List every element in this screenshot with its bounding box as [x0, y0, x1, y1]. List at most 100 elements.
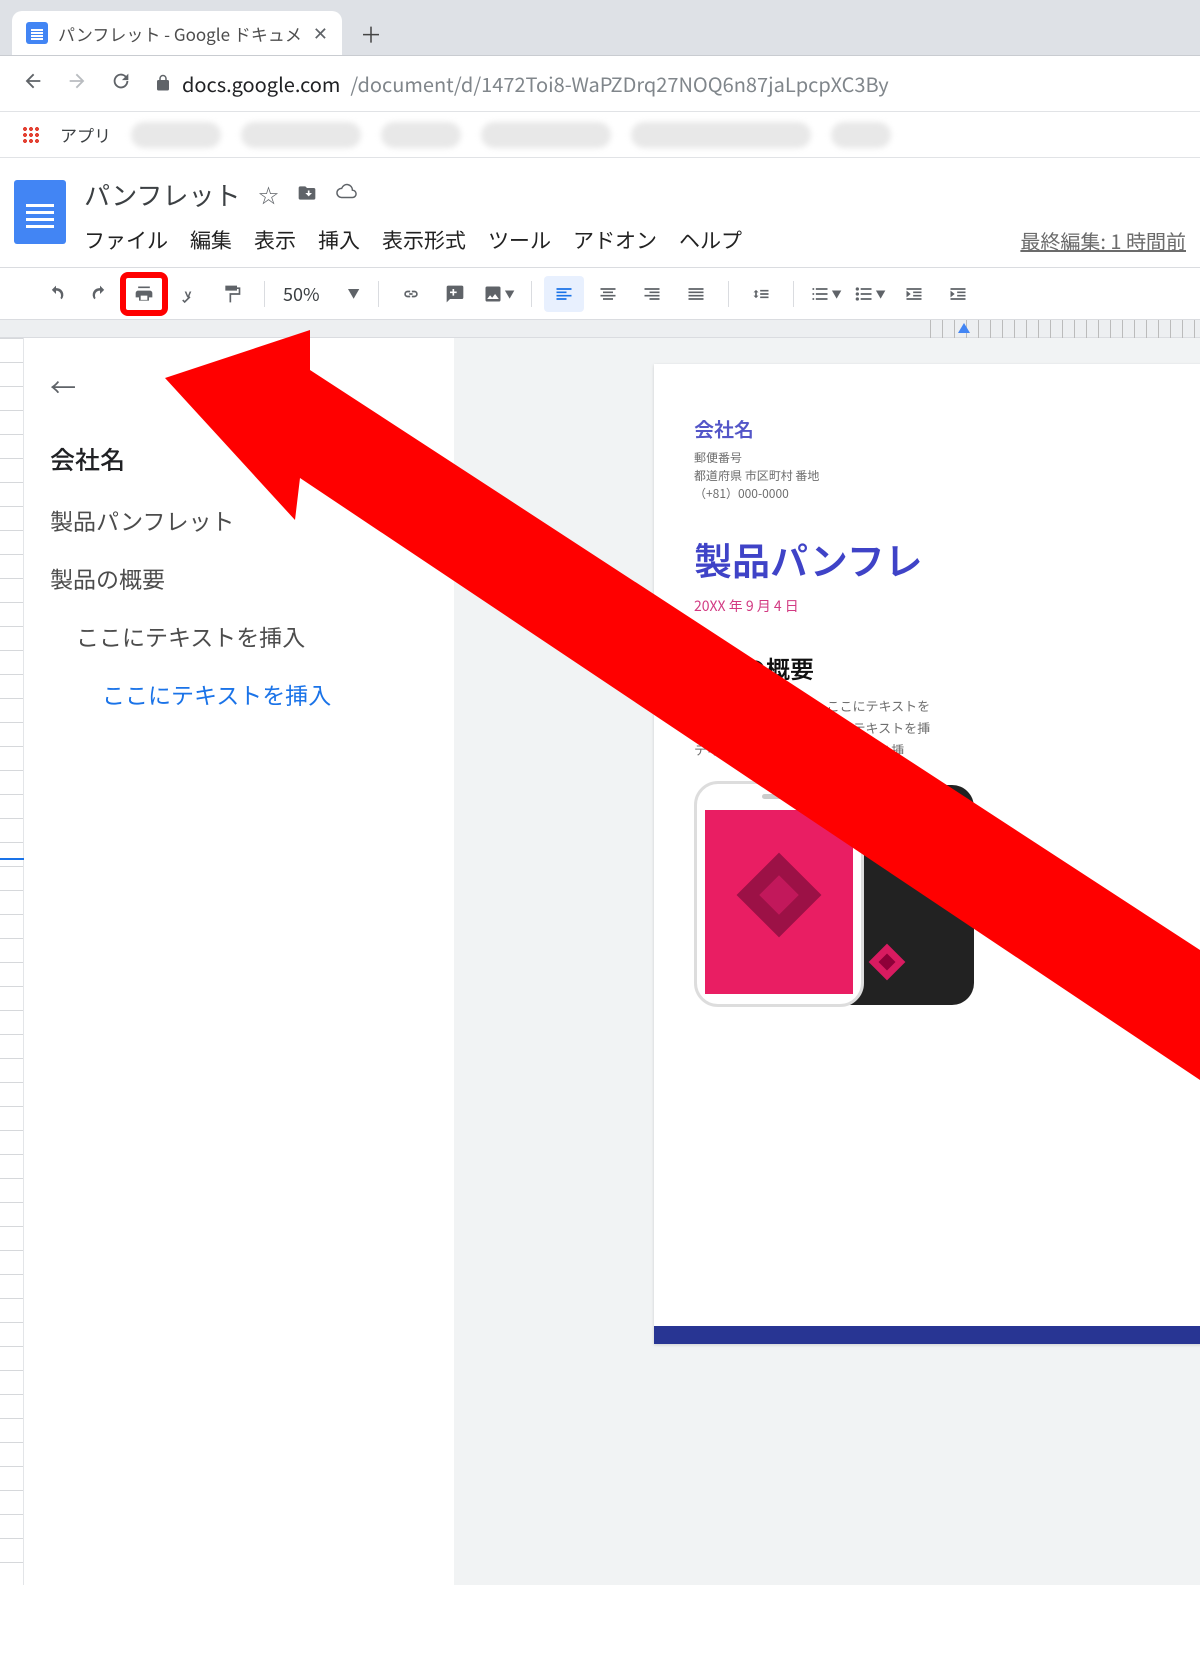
nav-back-icon[interactable] [22, 69, 44, 98]
zoom-dropdown[interactable]: 50% ▼ [277, 281, 366, 307]
bookmark-apps-label[interactable]: アプリ [60, 122, 111, 147]
url-host: docs.google.com [182, 69, 340, 98]
numbered-list-button[interactable]: ▼ [806, 276, 846, 312]
google-docs-logo-icon[interactable] [14, 180, 66, 244]
spellcheck-button[interactable] [168, 276, 208, 312]
page-body-line: テキストを挿入 ここにテキストを挿 [694, 739, 1200, 761]
horizontal-ruler[interactable] [0, 320, 1200, 338]
align-center-button[interactable] [588, 276, 628, 312]
toolbar-separator [264, 281, 265, 307]
outline-item[interactable]: 製品の概要 [50, 561, 428, 595]
page-date: 20XX 年 9 月 4 日 [694, 596, 1200, 616]
blurred-bookmark [131, 122, 221, 148]
indent-marker-icon[interactable] [958, 323, 970, 333]
undo-button[interactable] [36, 276, 76, 312]
url-path: /document/d/1472Toi8-WaPZDrq27NOQ6n87jaL… [350, 69, 888, 98]
browser-tab[interactable]: パンフレット - Google ドキュメン ✕ [12, 11, 342, 55]
outline-item[interactable]: ここにテキストを挿入 [50, 619, 428, 653]
nav-forward-icon [66, 69, 88, 98]
insert-image-button[interactable]: ▼ [479, 276, 519, 312]
url-field[interactable]: docs.google.com/document/d/1472Toi8-WaPZ… [154, 69, 1178, 98]
address-bar: docs.google.com/document/d/1472Toi8-WaPZ… [0, 56, 1200, 112]
menu-addons[interactable]: アドオン [573, 225, 657, 255]
outline-item[interactable]: 製品パンフレット [50, 503, 428, 537]
decrease-indent-button[interactable] [894, 276, 934, 312]
outline-remove-icon[interactable]: ✕ [410, 456, 428, 488]
print-button[interactable] [124, 276, 164, 312]
vertical-ruler[interactable] [0, 338, 24, 1585]
line-spacing-button[interactable] [741, 276, 781, 312]
browser-chrome: パンフレット - Google ドキュメン ✕ ＋ docs.google.co… [0, 0, 1200, 158]
insert-link-button[interactable] [391, 276, 431, 312]
page-meta-line: 郵便番号 [694, 449, 1200, 467]
chevron-down-icon: ▼ [348, 285, 360, 302]
nav-reload-icon[interactable] [110, 69, 132, 98]
page-body-line: ここにテキストを挿入 ここにテキストを [694, 695, 1200, 717]
tab-title: パンフレット - Google ドキュメン [58, 21, 303, 46]
cloud-status-icon[interactable] [335, 180, 357, 209]
toolbar-separator [793, 281, 794, 307]
editor-area: ← 会社名 ✕ 製品パンフレット 製品の概要 ここにテキストを挿入 ここにテキス… [0, 338, 1200, 1585]
menu-view[interactable]: 表示 [254, 225, 296, 255]
page-meta-line: 都道府県 市区町村 番地 [694, 467, 1200, 485]
page-body-text: ここにテキストを挿入 ここにテキストを こにテキストを挿入 ここにテキストを挿 … [694, 695, 1200, 761]
document-title[interactable]: パンフレット [84, 176, 241, 213]
phone-screen [705, 810, 853, 994]
app-logo-icon [737, 852, 822, 937]
last-edit-link[interactable]: 最終編集: 1 時間前 [1020, 226, 1186, 255]
tab-close-icon[interactable]: ✕ [313, 20, 328, 46]
page-meta-line: （+81）000-0000 [694, 485, 1200, 503]
menu-bar: ファイル 編集 表示 挿入 表示形式 ツール アドオン ヘルプ 最終編集: 1 … [84, 225, 1186, 267]
docs-favicon-icon [26, 22, 48, 44]
page-company: 会社名 [694, 414, 1200, 443]
page-footer-bar [654, 1326, 1200, 1344]
menu-format[interactable]: 表示形式 [382, 225, 466, 255]
menu-file[interactable]: ファイル [84, 225, 168, 255]
document-canvas[interactable]: 会社名 郵便番号 都道府県 市区町村 番地 （+81）000-0000 製品パン… [454, 338, 1200, 1585]
outline-heading[interactable]: 会社名 [50, 441, 125, 477]
outline-panel: ← 会社名 ✕ 製品パンフレット 製品の概要 ここにテキストを挿入 ここにテキス… [24, 338, 454, 1585]
ruler-ticks [930, 320, 1200, 338]
page-body-line: こにテキストを挿入 ここにテキストを挿 [694, 717, 1200, 739]
increase-indent-button[interactable] [938, 276, 978, 312]
toolbar: 50% ▼ ▼ ▼ ▼ [0, 268, 1200, 320]
product-image [694, 781, 1200, 1011]
menu-insert[interactable]: 挿入 [318, 225, 360, 255]
bookmarks-bar: アプリ [0, 112, 1200, 158]
blurred-bookmark [831, 122, 891, 148]
lock-icon [154, 69, 172, 98]
paint-format-button[interactable] [212, 276, 252, 312]
blurred-bookmark [241, 122, 361, 148]
page-meta: 郵便番号 都道府県 市区町村 番地 （+81）000-0000 [694, 449, 1200, 503]
move-to-folder-icon[interactable] [297, 180, 317, 209]
page-section-heading: 製品の概要 [694, 650, 1200, 685]
docs-header: パンフレット ☆ ファイル 編集 表示 挿入 表示形式 ツール アドオン ヘルプ… [0, 158, 1200, 268]
camera-lens-icon [930, 811, 956, 837]
menu-edit[interactable]: 編集 [190, 225, 232, 255]
menu-help[interactable]: ヘルプ [679, 225, 742, 255]
toolbar-separator [728, 281, 729, 307]
page-title: 製品パンフレ [694, 531, 1200, 586]
document-page[interactable]: 会社名 郵便番号 都道府県 市区町村 番地 （+81）000-0000 製品パン… [654, 364, 1200, 1344]
phone-front-icon [694, 781, 864, 1007]
align-justify-button[interactable] [676, 276, 716, 312]
add-comment-button[interactable] [435, 276, 475, 312]
redo-button[interactable] [80, 276, 120, 312]
blurred-bookmark [631, 122, 811, 148]
menu-tools[interactable]: ツール [488, 225, 551, 255]
align-right-button[interactable] [632, 276, 672, 312]
speaker-icon [762, 794, 796, 799]
toolbar-separator [378, 281, 379, 307]
tab-strip: パンフレット - Google ドキュメン ✕ ＋ [0, 0, 1200, 56]
phone-logo-icon [869, 944, 906, 981]
toolbar-separator [531, 281, 532, 307]
blurred-bookmark [481, 122, 611, 148]
new-tab-button[interactable]: ＋ [354, 17, 388, 51]
apps-grid-icon[interactable] [22, 126, 40, 144]
outline-item-active[interactable]: ここにテキストを挿入 [50, 677, 428, 711]
star-icon[interactable]: ☆ [259, 180, 279, 209]
outline-collapse-icon[interactable]: ← [50, 368, 428, 405]
bulleted-list-button[interactable]: ▼ [850, 276, 890, 312]
align-left-button[interactable] [544, 276, 584, 312]
zoom-value: 50% [283, 281, 320, 307]
